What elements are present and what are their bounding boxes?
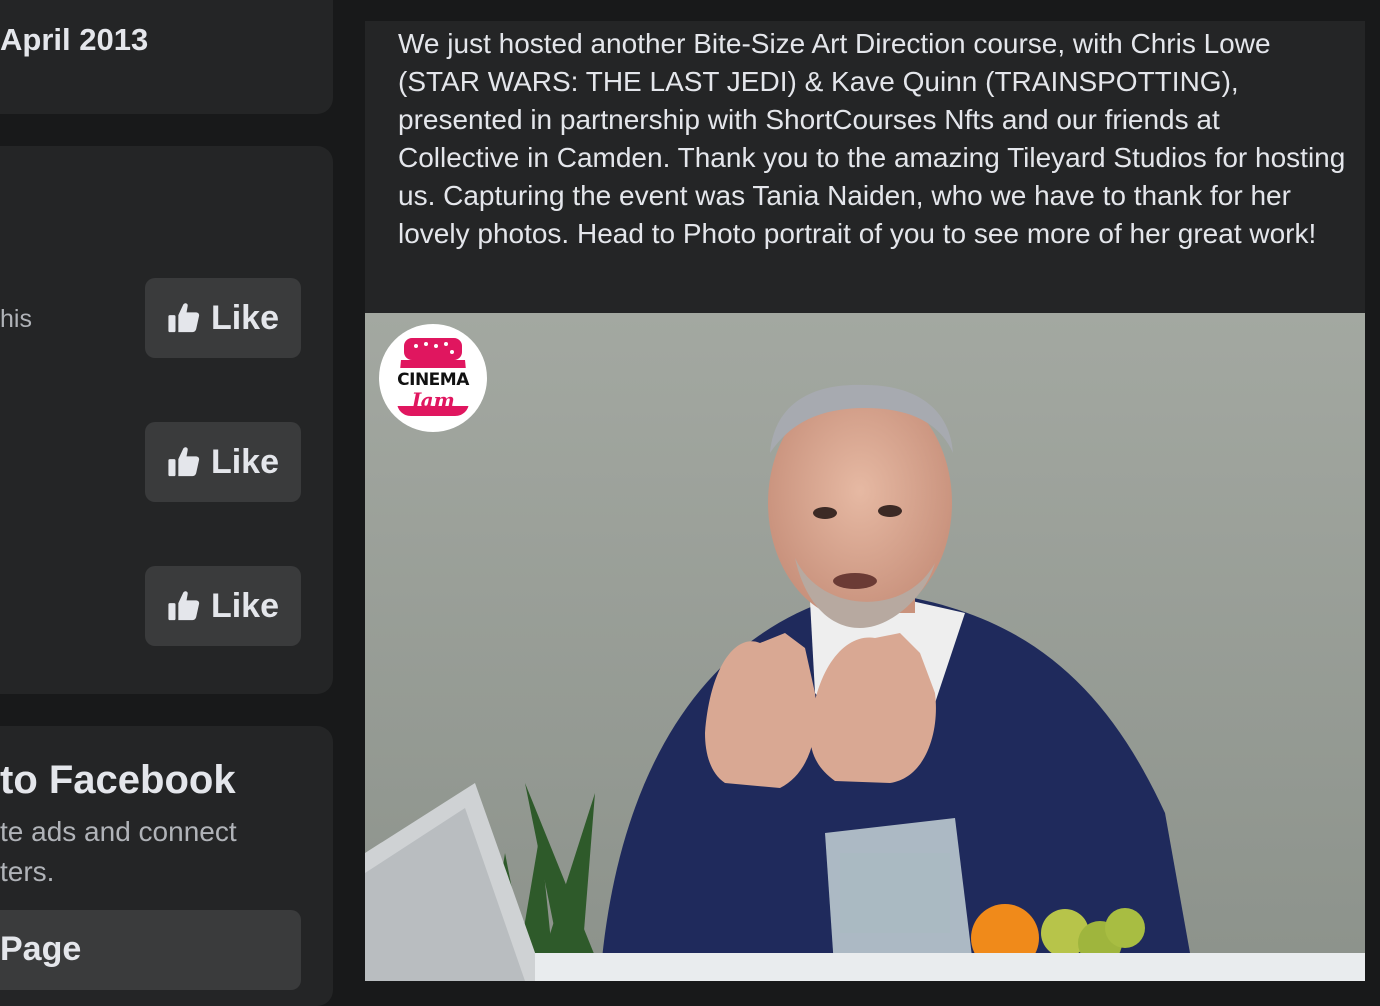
page-created-date: April 2013 — [0, 22, 149, 57]
signup-description: te ads and connect ters. — [0, 812, 300, 892]
suggested-page-text: his — [0, 305, 32, 333]
signup-description-line: te ads and connect — [0, 816, 237, 847]
post-card: We just hosted another Bite-Size Art Dir… — [365, 21, 1365, 981]
like-button-label: Like — [210, 586, 280, 625]
post-photo[interactable]: CINEMA Jam — [365, 313, 1365, 981]
like-button[interactable]: Like — [145, 422, 301, 502]
thumbs-up-icon — [168, 591, 200, 621]
thumbs-up-icon — [168, 303, 200, 333]
thumbs-up-icon — [168, 447, 200, 477]
like-button-label: Like — [210, 298, 280, 337]
like-button[interactable]: Like — [145, 566, 301, 646]
photo-illustration — [365, 313, 1365, 981]
like-button-label: Like — [210, 442, 280, 481]
logo-text-jam: Jam — [411, 388, 455, 412]
create-page-label: Page — [0, 930, 82, 968]
signup-title: to Facebook — [0, 758, 236, 802]
signup-description-line: ters. — [0, 856, 55, 887]
like-button[interactable]: Like — [145, 278, 301, 358]
logo-text-cinema: CINEMA — [397, 370, 469, 390]
create-page-button[interactable]: Page — [0, 910, 301, 990]
scrollbar-track[interactable] — [1365, 21, 1380, 971]
cinema-jam-logo: CINEMA Jam — [379, 324, 487, 432]
post-text: We just hosted another Bite-Size Art Dir… — [398, 28, 1346, 249]
